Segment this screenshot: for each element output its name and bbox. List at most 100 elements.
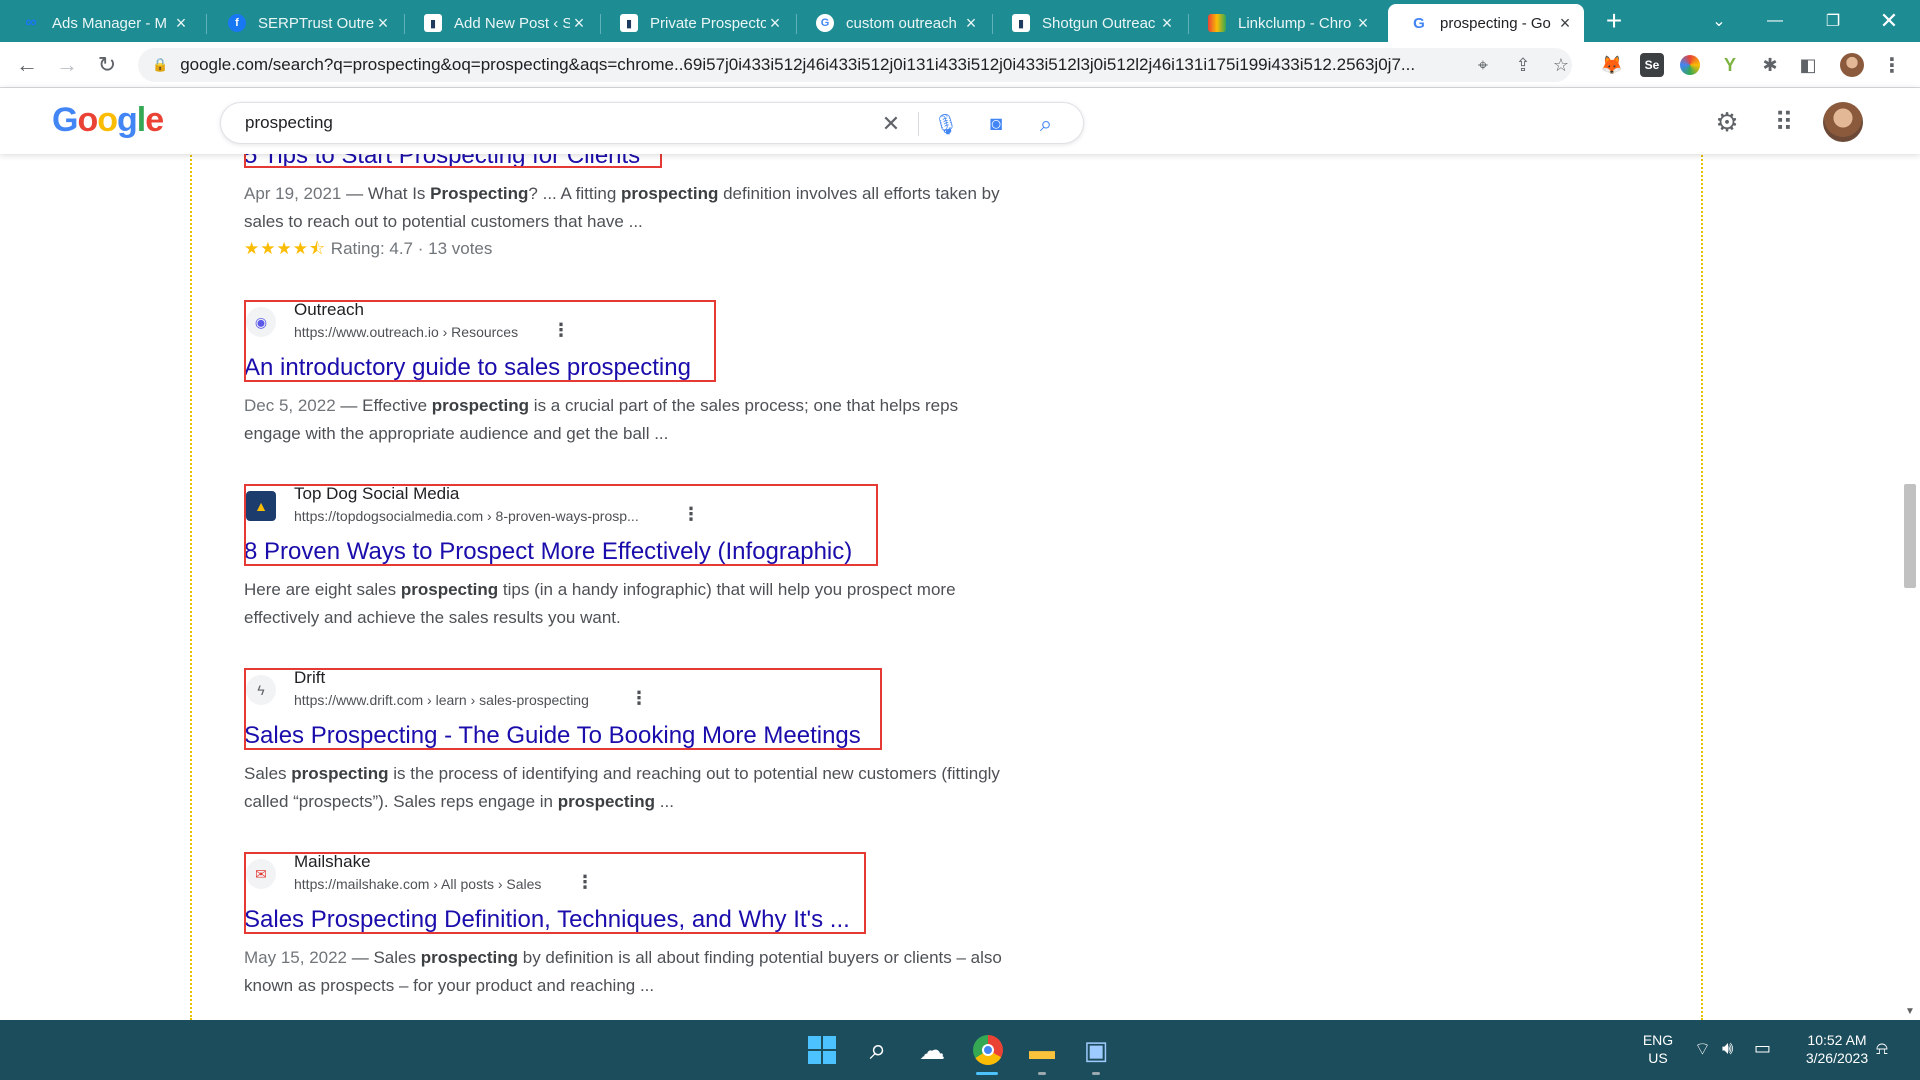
more-options-icon[interactable]: ⋮ [630, 688, 648, 709]
logo-letter: G [52, 101, 78, 139]
clock[interactable]: 10:52 AM 3/26/2023 [1790, 1032, 1884, 1066]
more-options-icon[interactable]: ⋮ [552, 320, 570, 341]
back-button[interactable]: ← [12, 50, 42, 80]
battery-icon[interactable]: ▭ [1754, 1038, 1771, 1059]
restore-button[interactable]: ❐ [1810, 6, 1856, 36]
guide-line-right [1701, 88, 1703, 1020]
tab-search-icon[interactable]: ⌄ [1696, 6, 1742, 36]
wifi-icon[interactable]: ⌔ [1694, 1038, 1711, 1061]
apps-grid-icon[interactable]: ⠿ [1764, 102, 1804, 142]
volume-icon[interactable]: 🔊︎ [1722, 1038, 1733, 1059]
tab-prospecting-google[interactable]: G prospecting - Go × [1388, 4, 1584, 42]
reload-button[interactable]: ↻ [92, 50, 122, 80]
result-title-link[interactable]: Sales Prospecting Definition, Techniques… [244, 906, 850, 934]
extensions-puzzle-icon[interactable]: ✱ [1758, 53, 1782, 77]
tab-title: SERPTrust Outrea [258, 14, 374, 32]
result-title-link[interactable]: 8 Proven Ways to Prospect More Effective… [244, 538, 852, 566]
result-site-name[interactable]: Mailshake [294, 852, 371, 872]
google-logo[interactable]: Google [52, 101, 164, 140]
windows-taskbar: ⌕ ☁ ▬ ▣ ENG US ⌔ 🔊︎ ▭ 10:52 AM 3/26/2023… [0, 1020, 1920, 1080]
tab-shotgun-outreach[interactable]: ▮ Shotgun Outreac × [990, 4, 1186, 42]
scrollbar-thumb[interactable] [1904, 484, 1916, 588]
clock-date: 3/26/2023 [1805, 1050, 1869, 1066]
close-icon[interactable]: × [766, 13, 784, 34]
y-extension-icon[interactable]: Y [1718, 53, 1742, 77]
tab-add-new-post[interactable]: ▮ Add New Post ‹ S × [402, 4, 598, 42]
windows-start-icon[interactable] [802, 1030, 842, 1070]
menu-kebab-icon[interactable]: ⋮ [1880, 53, 1904, 77]
account-avatar[interactable] [1823, 102, 1863, 142]
result-site-name[interactable]: Outreach [294, 300, 364, 320]
result-site-name[interactable]: Top Dog Social Media [294, 484, 459, 504]
camera-search-icon[interactable]: ◙ [981, 109, 1011, 139]
result-title-link[interactable]: Sales Prospecting - The Guide To Booking… [244, 722, 861, 750]
close-icon[interactable]: × [1158, 13, 1176, 34]
drift-site-icon: ϟ [246, 675, 276, 705]
seo-extension-icon[interactable]: Se [1640, 53, 1664, 77]
divider [918, 112, 919, 136]
forward-button[interactable]: → [52, 50, 82, 80]
rating-text: Rating: 4.7 · 13 votes [330, 239, 493, 258]
side-panel-icon[interactable]: ◧ [1796, 53, 1820, 77]
more-options-icon[interactable]: ⋮ [682, 504, 700, 525]
taskbar-search-icon[interactable]: ⌕ [858, 1030, 898, 1070]
voice-search-icon[interactable]: 🎙 [931, 109, 961, 139]
result-site-name[interactable]: Drift [294, 668, 325, 688]
result-url[interactable]: https://mailshake.com › All posts › Sale… [294, 876, 541, 892]
app-indicator [1038, 1072, 1046, 1075]
language-line1: ENG [1642, 1032, 1674, 1048]
close-window-button[interactable]: ✕ [1866, 6, 1912, 36]
file-explorer-icon[interactable]: ▬ [1022, 1030, 1062, 1070]
snippet-text: Sales prospecting by definition is all a… [244, 948, 1002, 995]
result-snippet: Sales prospecting is the process of iden… [244, 760, 1004, 816]
address-bar[interactable]: 🔒 google.com/search?q=prospecting&oq=pro… [138, 48, 1572, 82]
lock-icon[interactable]: 🔒 [152, 57, 168, 73]
tab-private-prospector[interactable]: ▮ Private Prospecto × [598, 4, 794, 42]
result-date: Apr 19, 2021 [244, 184, 342, 203]
search-input[interactable] [245, 111, 845, 135]
color-extension-icon[interactable] [1680, 55, 1700, 75]
share-icon[interactable]: ⇪ [1508, 50, 1538, 80]
close-icon[interactable]: × [1354, 13, 1372, 34]
more-options-icon[interactable]: ⋮ [576, 872, 594, 893]
clear-search-icon[interactable]: ✕ [876, 109, 906, 139]
tab-strip: ∞ Ads Manager - M × f SERPTrust Outrea ×… [0, 0, 1920, 42]
widgets-icon[interactable]: ☁ [912, 1030, 952, 1070]
new-tab-button[interactable]: + [1600, 7, 1628, 36]
profile-avatar[interactable] [1840, 53, 1864, 77]
scroll-down-arrow-icon[interactable]: ▼ [1900, 1006, 1920, 1017]
close-icon[interactable]: × [570, 13, 588, 34]
bookmark-star-icon[interactable]: ☆ [1546, 50, 1576, 80]
metamask-extension-icon[interactable]: 🦊 [1600, 53, 1624, 77]
location-icon[interactable]: ⌖ [1468, 50, 1498, 80]
chrome-taskbar-icon[interactable] [968, 1030, 1008, 1070]
search-icon[interactable]: ⌕ [1031, 109, 1061, 139]
close-icon[interactable]: × [172, 13, 190, 34]
chart-icon: ▮ [620, 14, 638, 32]
language-line2: US [1648, 1050, 1668, 1066]
app-indicator [1092, 1072, 1100, 1075]
result-url[interactable]: https://topdogsocialmedia.com › 8-proven… [294, 508, 639, 524]
guide-line-left [190, 88, 192, 1020]
tab-linkclump[interactable]: Linkclump - Chro × [1186, 4, 1382, 42]
result-url[interactable]: https://www.drift.com › learn › sales-pr… [294, 692, 589, 708]
settings-gear-icon[interactable]: ⚙ [1707, 102, 1747, 142]
close-icon[interactable]: × [1556, 13, 1574, 34]
tab-serptrust[interactable]: f SERPTrust Outrea × [206, 4, 402, 42]
notifications-icon[interactable]: ⍾ [1876, 1038, 1888, 1059]
close-icon[interactable]: × [962, 13, 980, 34]
chart-icon: ▮ [424, 14, 442, 32]
remote-desktop-icon[interactable]: ▣ [1076, 1030, 1116, 1070]
tab-ads-manager[interactable]: ∞ Ads Manager - M × [0, 4, 200, 42]
result-url[interactable]: https://www.outreach.io › Resources [294, 324, 518, 340]
tab-title: Private Prospecto [650, 14, 766, 32]
tab-title: Ads Manager - M [52, 14, 168, 32]
page-scrollbar[interactable]: ▲ ▼ [1900, 88, 1920, 1020]
language-indicator[interactable]: ENG US [1636, 1032, 1680, 1066]
logo-letter: o [97, 101, 118, 139]
minimize-button[interactable]: — [1752, 6, 1798, 36]
tab-custom-outreach[interactable]: G custom outreach × [794, 4, 990, 42]
result-title-link[interactable]: An introductory guide to sales prospecti… [244, 354, 691, 382]
chrome-store-icon [1208, 14, 1226, 32]
close-icon[interactable]: × [374, 13, 392, 34]
